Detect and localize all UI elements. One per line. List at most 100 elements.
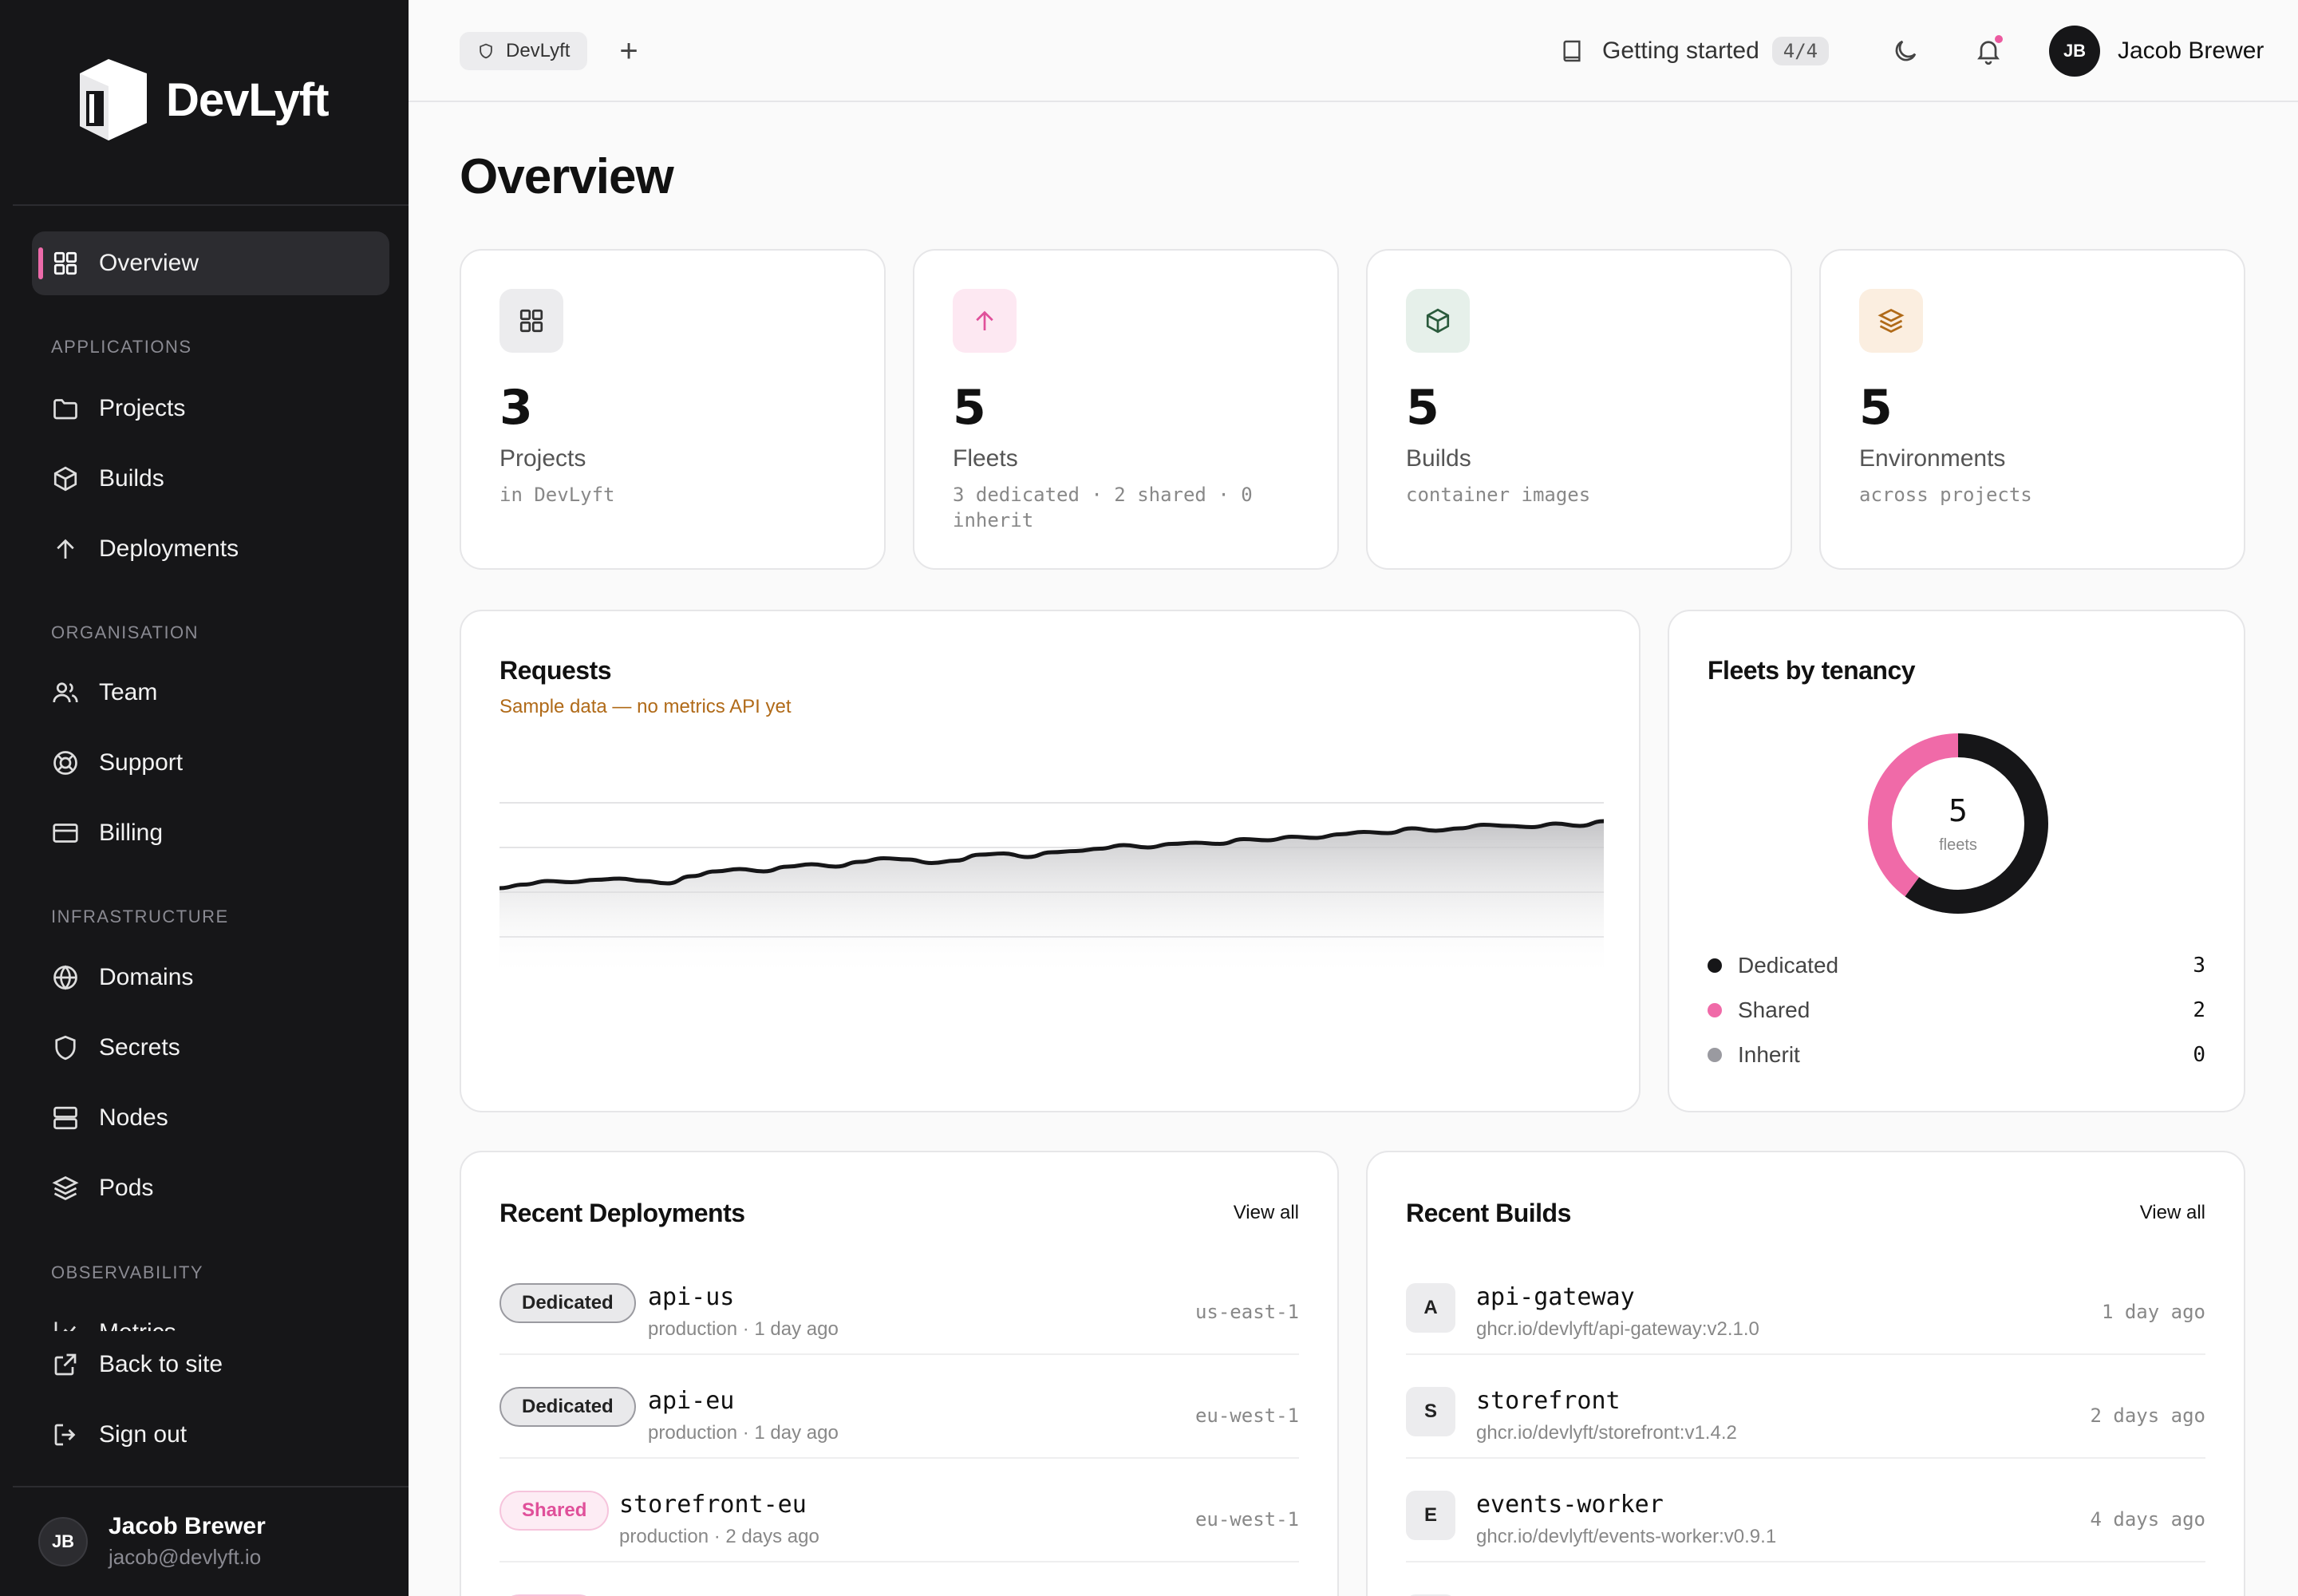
- stat-value: 5: [1406, 380, 1439, 436]
- deployment-row[interactable]: Dedicated api-us production · 1 day ago …: [499, 1251, 1299, 1355]
- legend-label: Shared: [1738, 998, 1810, 1022]
- credit-card-icon: [51, 819, 80, 847]
- sidebar-item-metrics[interactable]: Metrics: [51, 1314, 176, 1331]
- card-title: Recent Deployments: [499, 1199, 745, 1227]
- build-image: ghcr.io/devlyft/storefront:v1.4.2: [1476, 1422, 1737, 1444]
- sidebar-item-support[interactable]: Support: [51, 744, 183, 782]
- build-row[interactable]: E events-worker ghcr.io/devlyft/events-w…: [1406, 1459, 2205, 1562]
- stat-value: 3: [499, 380, 533, 436]
- deployment-row[interactable]: Dedicated api-eu production · 1 day ago …: [499, 1355, 1299, 1459]
- theme-toggle-button[interactable]: [1888, 34, 1923, 69]
- deployment-region: us-east-1: [1194, 1301, 1299, 1323]
- grid-icon: [51, 249, 80, 278]
- view-all-deployments-link[interactable]: View all: [1234, 1202, 1299, 1224]
- getting-started-button[interactable]: Getting started 4/4: [1559, 30, 1830, 72]
- stat-subtext: container images: [1406, 484, 1591, 506]
- layers-icon: [1859, 289, 1923, 353]
- sign-out-link[interactable]: Sign out: [51, 1416, 187, 1454]
- sidebar-item-label: Overview: [99, 250, 199, 276]
- legend-dot: [1708, 958, 1722, 973]
- build-avatar: S: [1406, 1387, 1455, 1436]
- deployment-meta: production · 1 day ago: [648, 1318, 839, 1340]
- user-menu[interactable]: JB Jacob Brewer: [2049, 26, 2264, 77]
- stat-card-builds[interactable]: 5 Builds container images: [1366, 249, 1792, 570]
- shield-icon: [51, 1033, 80, 1062]
- sidebar-divider: [13, 204, 409, 206]
- server-icon: [51, 1104, 80, 1132]
- brand-name: DevLyft: [166, 73, 330, 126]
- stat-value: 5: [953, 380, 986, 436]
- sidebar-item-builds[interactable]: Builds: [51, 460, 164, 498]
- build-row[interactable]: A api-gateway ghcr.io/devlyft/api-gatewa…: [1406, 1251, 2205, 1355]
- sidebar-user[interactable]: JB Jacob Brewer jacob@devlyft.io: [38, 1513, 266, 1570]
- section-applications: APPLICATIONS: [51, 337, 192, 357]
- stat-card-environments[interactable]: 5 Environments across projects: [1819, 249, 2245, 570]
- external-link-icon: [51, 1350, 80, 1379]
- recent-deployments-card: Recent Deployments View all Dedicated ap…: [460, 1151, 1339, 1596]
- sidebar-item-label: Projects: [99, 395, 186, 421]
- sidebar-item-nodes[interactable]: Nodes: [51, 1099, 168, 1137]
- sidebar-scroll-clip: Metrics: [0, 1301, 409, 1331]
- sidebar-item-label: Builds: [99, 465, 164, 492]
- requests-card: Requests Sample data — no metrics API ye…: [460, 610, 1641, 1112]
- sidebar-item-domains[interactable]: Domains: [51, 958, 193, 997]
- requests-area: [499, 821, 1604, 978]
- deployment-row-partial[interactable]: [499, 1562, 1299, 1596]
- workspace-switcher[interactable]: DevLyft: [460, 32, 588, 70]
- arrow-up-icon: [953, 289, 1017, 353]
- user-email: jacob@devlyft.io: [109, 1545, 262, 1569]
- legend-item-inherit: Inherit 0: [1708, 1039, 2205, 1071]
- section-observability: OBSERVABILITY: [51, 1262, 204, 1282]
- back-to-site-link[interactable]: Back to site: [51, 1345, 223, 1384]
- book-icon: [1563, 40, 1581, 62]
- sidebar-item-team[interactable]: Team: [51, 674, 157, 712]
- stat-value: 5: [1859, 380, 1893, 436]
- build-row-partial[interactable]: [1406, 1562, 2205, 1596]
- section-organisation: ORGANISATION: [51, 622, 199, 642]
- stat-label: Fleets: [953, 445, 1018, 472]
- workspace-name: DevLyft: [506, 40, 571, 61]
- sidebar-item-pods[interactable]: Pods: [51, 1169, 153, 1207]
- stat-card-fleets[interactable]: 5 Fleets 3 dedicated · 2 shared · 0 inhe…: [913, 249, 1339, 570]
- notifications-button[interactable]: [1971, 34, 2006, 69]
- donut-total: 5: [1948, 793, 1968, 828]
- card-title: Fleets by tenancy: [1708, 656, 1916, 685]
- sidebar-item-overview[interactable]: Overview: [32, 231, 389, 295]
- legend-label: Dedicated: [1738, 953, 1839, 978]
- build-time: 2 days ago: [2090, 1404, 2206, 1427]
- folder-icon: [51, 394, 80, 423]
- sidebar-item-label: Pods: [99, 1175, 154, 1201]
- sidebar-item-secrets[interactable]: Secrets: [51, 1029, 180, 1067]
- deployment-name: api-eu: [648, 1387, 735, 1415]
- chart-icon: [51, 1318, 80, 1331]
- sidebar-item-deployments[interactable]: Deployments: [51, 530, 239, 568]
- legend-value: 2: [2193, 998, 2205, 1022]
- topbar: DevLyft + Getting started 4/4 JB Jacob B…: [409, 0, 2298, 102]
- legend-dot: [1708, 1003, 1722, 1017]
- tenancy-badge: Dedicated: [499, 1283, 636, 1323]
- sign-out-icon: [51, 1420, 80, 1449]
- stat-subtext: across projects: [1859, 484, 2032, 506]
- add-workspace-button[interactable]: +: [610, 32, 648, 70]
- donut-total-label: fleets: [1939, 836, 1977, 854]
- sidebar-item-billing[interactable]: Billing: [51, 814, 163, 852]
- sidebar-item-label: Domains: [99, 964, 194, 990]
- sidebar-item-label: Deployments: [99, 535, 239, 562]
- legend-label: Inherit: [1738, 1042, 1800, 1067]
- view-all-builds-link[interactable]: View all: [2140, 1202, 2205, 1224]
- build-row[interactable]: S storefront ghcr.io/devlyft/storefront:…: [1406, 1355, 2205, 1459]
- legend-item-dedicated: Dedicated 3: [1708, 950, 2205, 982]
- user-name: Jacob Brewer: [2118, 38, 2264, 64]
- legend-dot: [1708, 1048, 1722, 1062]
- shield-icon: [480, 43, 492, 59]
- deployment-row[interactable]: Shared storefront-eu production · 2 days…: [499, 1459, 1299, 1562]
- users-icon: [51, 678, 80, 707]
- deployment-name: api-us: [648, 1283, 735, 1311]
- sidebar-item-projects[interactable]: Projects: [51, 389, 185, 428]
- brand[interactable]: DevLyft: [77, 56, 330, 144]
- stat-card-projects[interactable]: 3 Projects in DevLyft: [460, 249, 886, 570]
- deployment-meta: production · 1 day ago: [648, 1422, 839, 1444]
- card-title: Requests: [499, 656, 612, 685]
- deployment-region: eu-west-1: [1194, 1508, 1299, 1531]
- stat-label: Builds: [1406, 445, 1471, 472]
